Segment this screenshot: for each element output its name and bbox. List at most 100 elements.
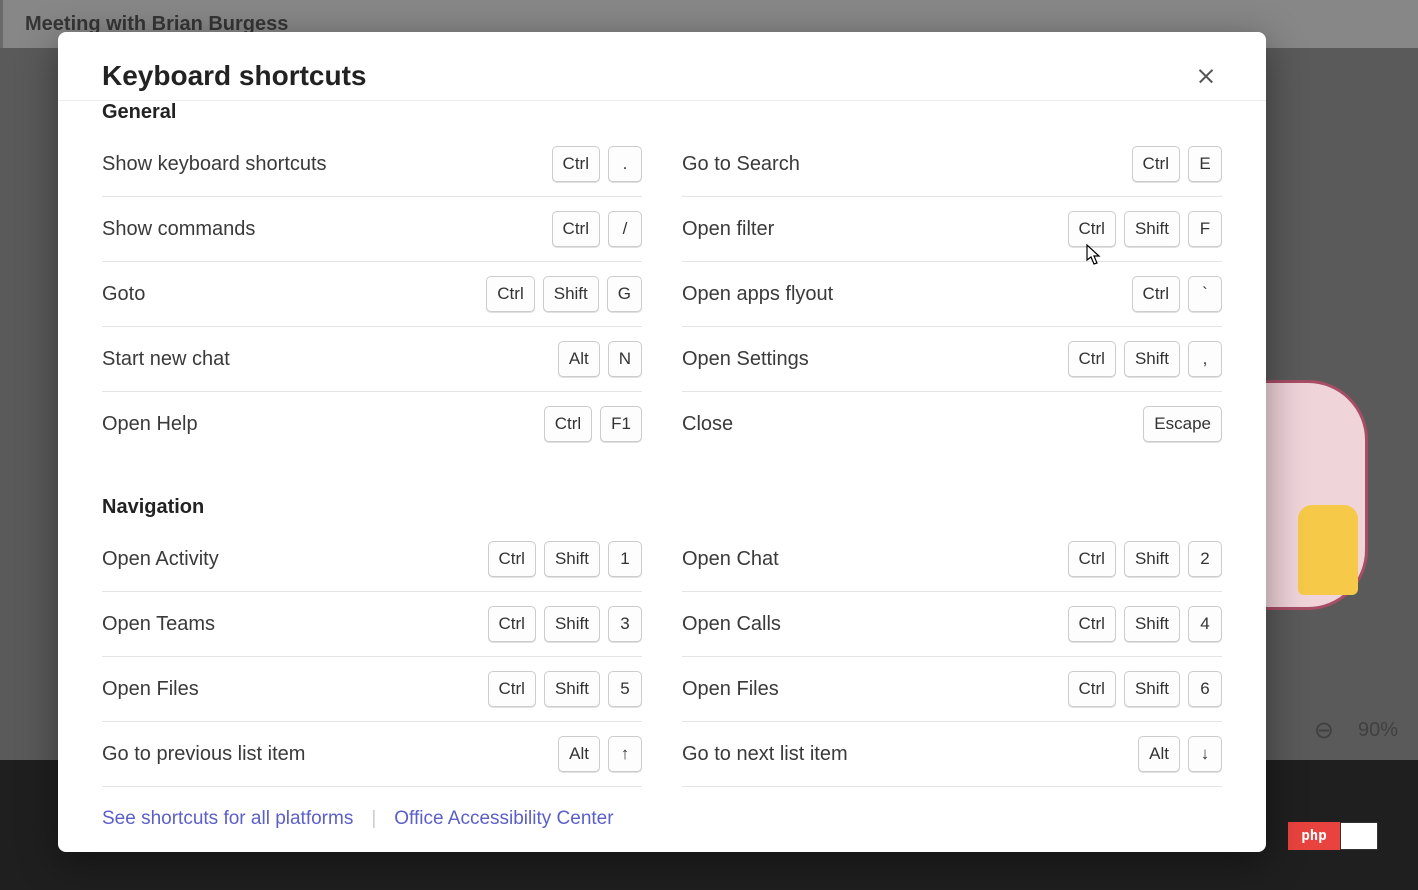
key: Ctrl — [544, 406, 592, 442]
key: Ctrl — [486, 276, 534, 312]
dialog-title: Keyboard shortcuts — [102, 60, 367, 92]
shortcut-row: GotoCtrlShiftG — [102, 262, 642, 327]
key: ↑ — [608, 736, 642, 772]
key: Shift — [543, 276, 599, 312]
dialog-header: Keyboard shortcuts — [58, 32, 1266, 100]
shortcut-label: Open Calls — [682, 613, 781, 636]
dialog-footer: See shortcuts for all platforms | Office… — [58, 796, 1266, 852]
shortcut-label: Close — [682, 413, 733, 436]
shortcut-keys: CtrlF1 — [544, 406, 642, 442]
key: / — [608, 211, 642, 247]
shortcut-keys: Alt↑ — [558, 736, 642, 772]
key: Ctrl — [552, 146, 600, 182]
key: Ctrl — [1068, 541, 1116, 577]
key: 1 — [608, 541, 642, 577]
close-icon[interactable] — [1190, 60, 1222, 92]
shortcut-keys: Escape — [1143, 406, 1222, 442]
key: Ctrl — [488, 606, 536, 642]
key: Shift — [544, 541, 600, 577]
key: 3 — [608, 606, 642, 642]
link-accessibility-center[interactable]: Office Accessibility Center — [394, 808, 613, 830]
key: Shift — [1124, 541, 1180, 577]
key: Ctrl — [1068, 341, 1116, 377]
key: , — [1188, 341, 1222, 377]
key: G — [607, 276, 642, 312]
shortcut-row: Open Chat CtrlShift2 — [682, 527, 1222, 592]
key: Ctrl — [1132, 146, 1180, 182]
shortcut-row: Open Help CtrlF1 — [102, 392, 642, 456]
dialog-body[interactable]: General Show keyboard shortcuts Ctrl. Sho… — [58, 100, 1266, 796]
key: Alt — [558, 736, 600, 772]
key: Ctrl — [488, 671, 536, 707]
shortcut-keys: CtrlE — [1132, 146, 1222, 182]
key: Escape — [1143, 406, 1222, 442]
php-watermark: php — [1288, 822, 1378, 850]
shortcut-label: Go to next list item — [682, 743, 848, 766]
shortcut-row: Go to SearchCtrlE — [682, 132, 1222, 197]
shortcut-label: Start new chat — [102, 348, 230, 371]
footer-separator: | — [371, 808, 376, 830]
key: Ctrl — [1068, 606, 1116, 642]
shortcut-row: Show keyboard shortcuts Ctrl. — [102, 132, 642, 197]
shortcut-keys: CtrlShiftF — [1068, 211, 1222, 247]
shortcut-label: Open Help — [102, 413, 198, 436]
key: ` — [1188, 276, 1222, 312]
key: Shift — [1124, 606, 1180, 642]
shortcut-keys: Alt↓ — [1138, 736, 1222, 772]
shortcut-row: Go to previous list itemAlt↑ — [102, 722, 642, 787]
key: F1 — [600, 406, 642, 442]
shortcut-keys: Ctrl. — [552, 146, 642, 182]
key: Ctrl — [1068, 671, 1116, 707]
key: 6 — [1188, 671, 1222, 707]
shortcut-label: Show keyboard shortcuts — [102, 153, 327, 176]
shortcut-row: Open filter CtrlShiftF — [682, 197, 1222, 262]
shortcut-label: Open Teams — [102, 613, 215, 636]
key: F — [1188, 211, 1222, 247]
navigation-right-col: Open ChatCtrlShift2 Open CallsCtrlShift4… — [682, 527, 1222, 796]
key: Ctrl — [1132, 276, 1180, 312]
key: Shift — [1124, 211, 1180, 247]
shortcut-keys: CtrlShiftG — [486, 276, 642, 312]
shortcut-keys: CtrlShift1 — [488, 541, 642, 577]
key: Shift — [1124, 671, 1180, 707]
shortcut-label: Open Settings — [682, 348, 809, 371]
shortcut-keys: CtrlShift2 — [1068, 541, 1222, 577]
zoom-level: 90% — [1358, 719, 1398, 742]
shortcut-keys: CtrlShift4 — [1068, 606, 1222, 642]
shortcut-row: Open Teams CtrlShift3 — [102, 592, 642, 657]
shortcut-row: Go to previous sectionCtrlShiftF6 — [102, 787, 642, 796]
key: N — [608, 341, 642, 377]
shortcut-row: Show commands Ctrl/ — [102, 197, 642, 262]
shortcut-keys: CtrlShift3 — [488, 606, 642, 642]
zoom-out-icon[interactable]: ⊖ — [1314, 716, 1334, 745]
shortcut-row: Open Calls CtrlShift4 — [682, 592, 1222, 657]
shortcut-row: Go to next sectionCtrlF6 — [682, 787, 1222, 796]
shortcut-row: Start new chat AltN — [102, 327, 642, 392]
shortcut-row: Open Files CtrlShift5 — [102, 657, 642, 722]
key: 4 — [1188, 606, 1222, 642]
shortcut-label: Open Files — [102, 678, 199, 701]
shortcut-label: Open filter — [682, 218, 774, 241]
shortcut-keys: Ctrl` — [1132, 276, 1222, 312]
keyboard-shortcuts-dialog: Keyboard shortcuts General Show keyboard… — [58, 32, 1266, 852]
link-all-platforms[interactable]: See shortcuts for all platforms — [102, 808, 353, 830]
thumbs-up-icon — [1298, 505, 1358, 595]
shortcut-keys: AltN — [558, 341, 642, 377]
key: Ctrl — [488, 541, 536, 577]
shortcut-label: Show commands — [102, 218, 255, 241]
shortcut-row: Go to next list item Alt↓ — [682, 722, 1222, 787]
shortcut-row: Open apps flyoutCtrl` — [682, 262, 1222, 327]
general-columns: Show keyboard shortcuts Ctrl. Show comman… — [102, 132, 1222, 456]
shortcut-keys: Ctrl/ — [552, 211, 642, 247]
section-heading-general: General — [102, 101, 1222, 124]
shortcut-keys: CtrlShift5 — [488, 671, 642, 707]
key: Alt — [558, 341, 600, 377]
shortcut-keys: CtrlShift, — [1068, 341, 1222, 377]
shortcut-row: Open ActivityCtrlShift1 — [102, 527, 642, 592]
key: Ctrl — [552, 211, 600, 247]
general-right-col: Go to SearchCtrlE Open filterCtrlShiftF … — [682, 132, 1222, 456]
section-heading-navigation: Navigation — [102, 496, 1222, 519]
key: Shift — [1124, 341, 1180, 377]
shortcut-label: Open Chat — [682, 548, 779, 571]
shortcut-keys: CtrlShift6 — [1068, 671, 1222, 707]
